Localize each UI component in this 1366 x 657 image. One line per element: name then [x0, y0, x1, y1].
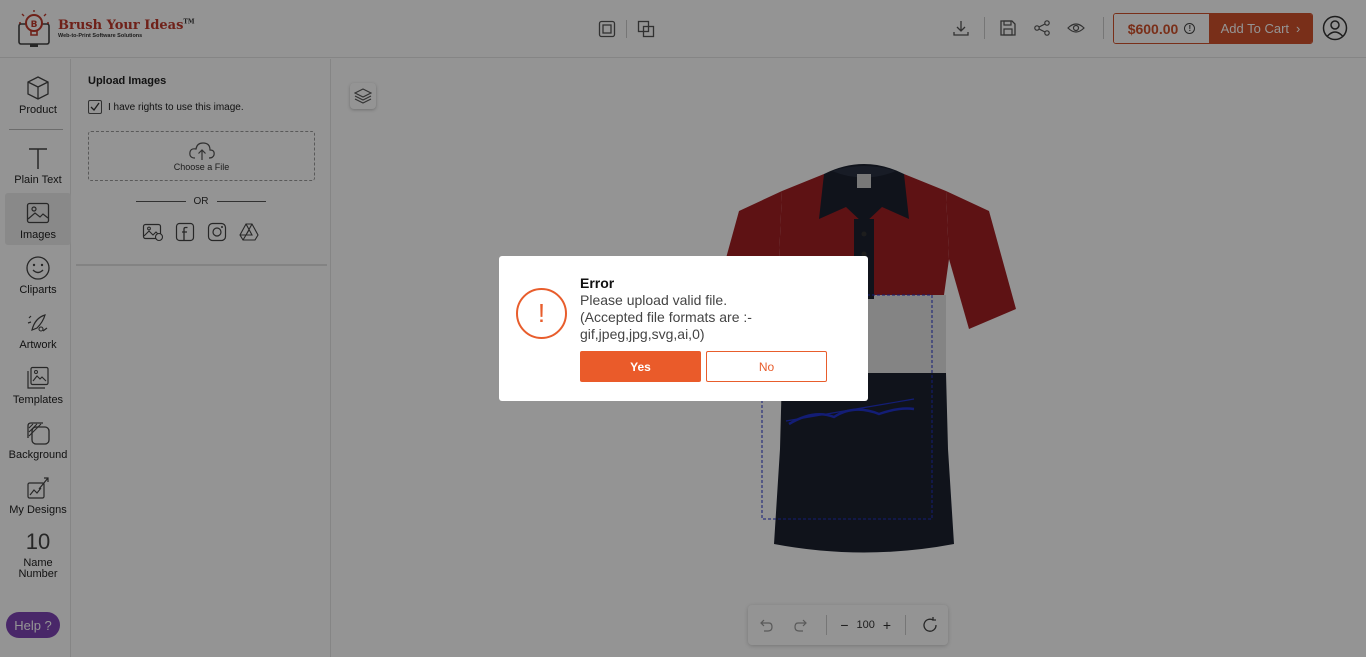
error-alert-icon: ! [516, 288, 567, 339]
dialog-message: Please upload valid file. (Accepted file… [580, 292, 850, 343]
dialog-message-line: (Accepted file formats are :- [580, 309, 752, 325]
error-dialog: ! Error Please upload valid file. (Accep… [499, 256, 868, 401]
no-button[interactable]: No [706, 351, 827, 382]
yes-button[interactable]: Yes [580, 351, 701, 382]
dialog-message-line: gif,jpeg,jpg,svg,ai,0) [580, 326, 705, 342]
dialog-title: Error [580, 275, 615, 291]
dialog-message-line: Please upload valid file. [580, 292, 728, 308]
